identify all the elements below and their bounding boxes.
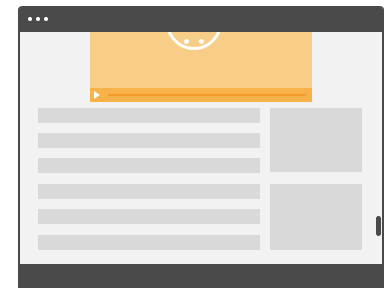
- smiley-eye: [199, 39, 204, 44]
- side-panel-placeholder: [270, 184, 362, 250]
- status-bar: [20, 264, 382, 288]
- play-icon[interactable]: [94, 91, 100, 99]
- window-dot-icon[interactable]: [36, 17, 40, 21]
- text-placeholder-line: [38, 209, 260, 224]
- window-dot-icon[interactable]: [44, 17, 48, 21]
- video-controls: [90, 88, 312, 102]
- window-dot-icon[interactable]: [28, 17, 32, 21]
- video-player[interactable]: [90, 32, 312, 102]
- video-progress-bar[interactable]: [108, 94, 306, 96]
- title-bar: [20, 6, 382, 32]
- text-placeholder-line: [38, 133, 260, 148]
- scrollbar-thumb[interactable]: [376, 216, 381, 236]
- smiley-eye: [184, 39, 189, 44]
- side-panel-placeholder: [270, 108, 362, 172]
- text-placeholder-line: [38, 158, 260, 173]
- text-placeholder-line: [38, 108, 260, 123]
- text-placeholder-line: [38, 235, 260, 250]
- smiley-face-icon: [166, 32, 222, 50]
- text-placeholder-line: [38, 184, 260, 199]
- browser-window: [18, 6, 384, 288]
